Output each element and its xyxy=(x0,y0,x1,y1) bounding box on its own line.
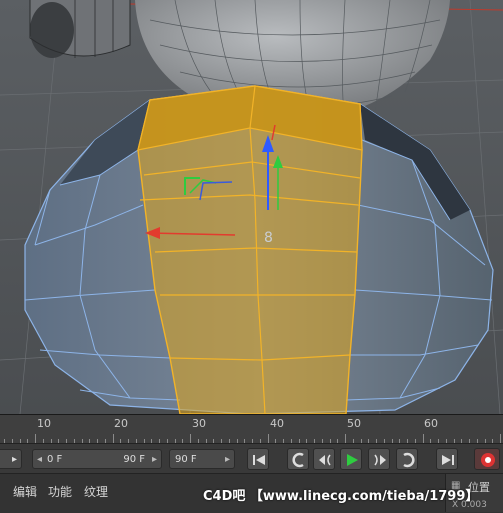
go-to-start-button[interactable] xyxy=(247,448,269,470)
cylinder-object[interactable] xyxy=(29,0,131,58)
next-frame-icon xyxy=(374,454,386,466)
ruler-label: 30 xyxy=(192,417,206,430)
previous-frame-button[interactable] xyxy=(313,448,335,470)
previous-frame-icon xyxy=(319,454,331,466)
frame-stepper[interactable]: ▸ xyxy=(0,449,22,469)
watermark-text: C4D吧 【www.linecg.com/tieba/1799】 xyxy=(203,489,479,504)
go-to-start-icon xyxy=(253,455,265,465)
3d-viewport[interactable]: 8 xyxy=(0,0,503,415)
previous-key-icon xyxy=(292,452,304,468)
go-to-end-button[interactable] xyxy=(436,448,458,470)
ruler-label: 50 xyxy=(347,417,361,430)
go-to-end-icon xyxy=(442,455,454,465)
viewport-scene: 8 xyxy=(0,0,503,415)
ruler-label: 20 xyxy=(114,417,128,430)
timeline-ruler[interactable]: 10 20 30 40 50 60 xyxy=(0,414,503,444)
next-key-button[interactable] xyxy=(396,448,418,470)
next-key-icon xyxy=(403,452,415,468)
record-keyframe-button[interactable] xyxy=(474,448,500,470)
menu-item-edit[interactable]: 编辑 xyxy=(13,483,37,500)
ruler-label: 10 xyxy=(37,417,51,430)
record-icon xyxy=(481,453,495,467)
menu-item-texture[interactable]: 纹理 xyxy=(84,483,108,500)
next-frame-button[interactable] xyxy=(368,448,390,470)
max-frame-stepper-icon[interactable]: ▸ xyxy=(225,450,230,470)
slider-right-arrow-icon[interactable]: ▸ xyxy=(152,450,157,470)
play-icon xyxy=(347,454,358,466)
object-label: 8 xyxy=(264,230,273,246)
play-forward-button[interactable] xyxy=(340,448,362,470)
ruler-label: 60 xyxy=(424,417,438,430)
ruler-label: 40 xyxy=(270,417,284,430)
end-frame-value: 90 F xyxy=(123,454,145,465)
menu-item-function[interactable]: 功能 xyxy=(48,483,72,500)
slider-left-arrow-icon[interactable]: ◂ xyxy=(37,450,42,470)
start-frame-value: 0 F xyxy=(47,454,63,465)
frame-range-slider[interactable]: ◂ 0 F 90 F ▸ xyxy=(32,449,162,469)
selected-polygons[interactable] xyxy=(137,85,363,415)
max-frame-field[interactable]: 90 F ▸ xyxy=(169,449,235,469)
playback-controls: ▸ ◂ 0 F 90 F ▸ 90 F ▸ xyxy=(0,443,503,474)
previous-key-button[interactable] xyxy=(287,448,309,470)
max-frame-value: 90 F xyxy=(175,454,197,465)
